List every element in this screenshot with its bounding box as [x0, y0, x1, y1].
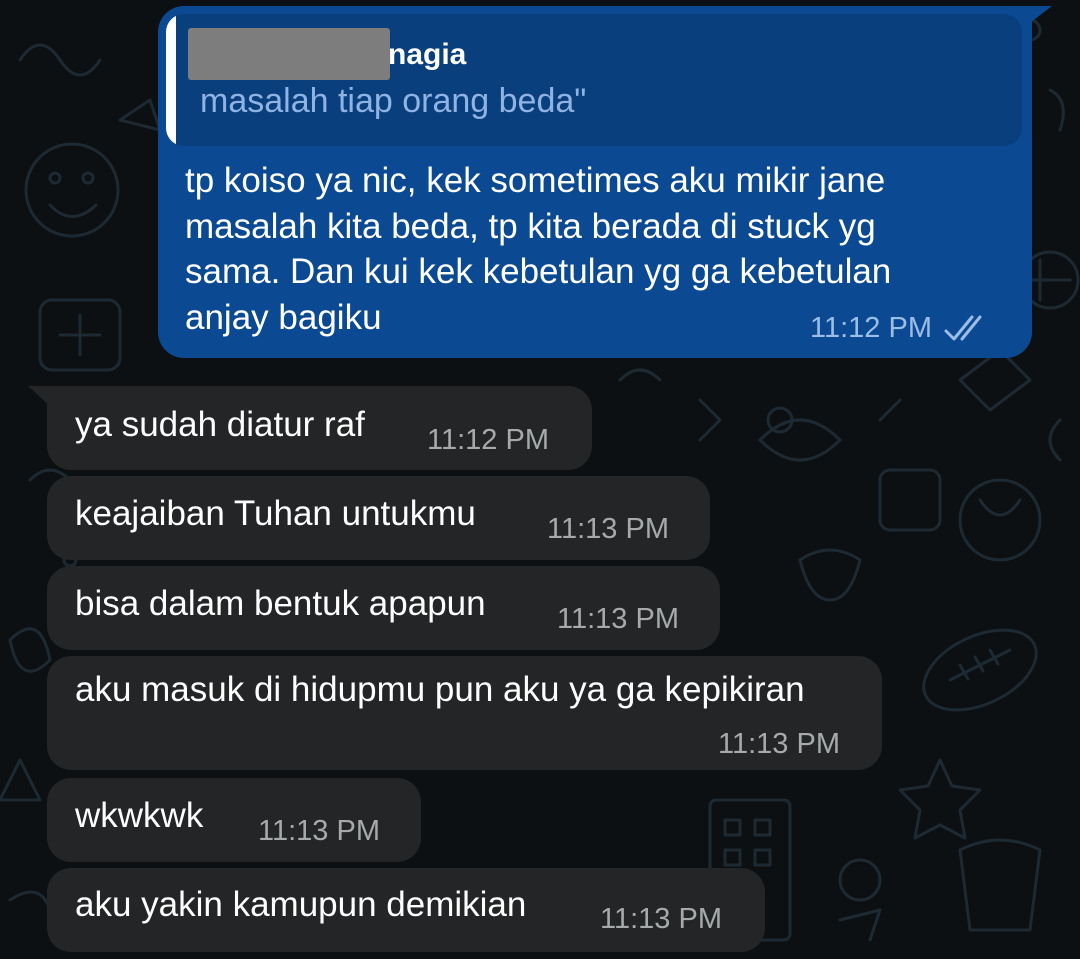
quoted-reply[interactable]: nagia masalah tiap orang beda" — [166, 14, 1022, 146]
incoming-message-text: ya sudah diatur raf — [75, 405, 365, 444]
incoming-message-time: 11:12 PM — [427, 424, 549, 456]
quoted-message-text: masalah tiap orang beda" — [200, 82, 587, 120]
outgoing-message-time: 11:12 PM — [810, 311, 932, 344]
chat-window: nagia masalah tiap orang beda" tp koiso … — [0, 0, 1080, 959]
quoted-sender-name: nagia — [388, 38, 467, 71]
incoming-message-text: aku masuk di hidupmu pun aku ya ga kepik… — [75, 670, 805, 709]
incoming-message-text: aku yakin kamupun demikian — [75, 885, 527, 924]
incoming-message-text: keajaiban Tuhan untukmu — [75, 494, 476, 533]
incoming-message-text: wkwkwk — [75, 796, 204, 835]
redacted-sender-name — [188, 28, 390, 80]
incoming-message-time: 11:13 PM — [718, 728, 840, 760]
outgoing-bubble-tail — [1018, 6, 1052, 32]
incoming-message-text: bisa dalam bentuk apapun — [75, 584, 486, 623]
double-check-icon — [944, 315, 982, 341]
quote-accent-bar — [166, 14, 176, 146]
incoming-message-time: 11:13 PM — [258, 815, 380, 847]
incoming-message-time: 11:13 PM — [557, 603, 679, 635]
incoming-message-time: 11:13 PM — [547, 513, 669, 545]
outgoing-message-meta: 11:12 PM — [810, 308, 988, 348]
incoming-message-time: 11:13 PM — [600, 903, 722, 935]
